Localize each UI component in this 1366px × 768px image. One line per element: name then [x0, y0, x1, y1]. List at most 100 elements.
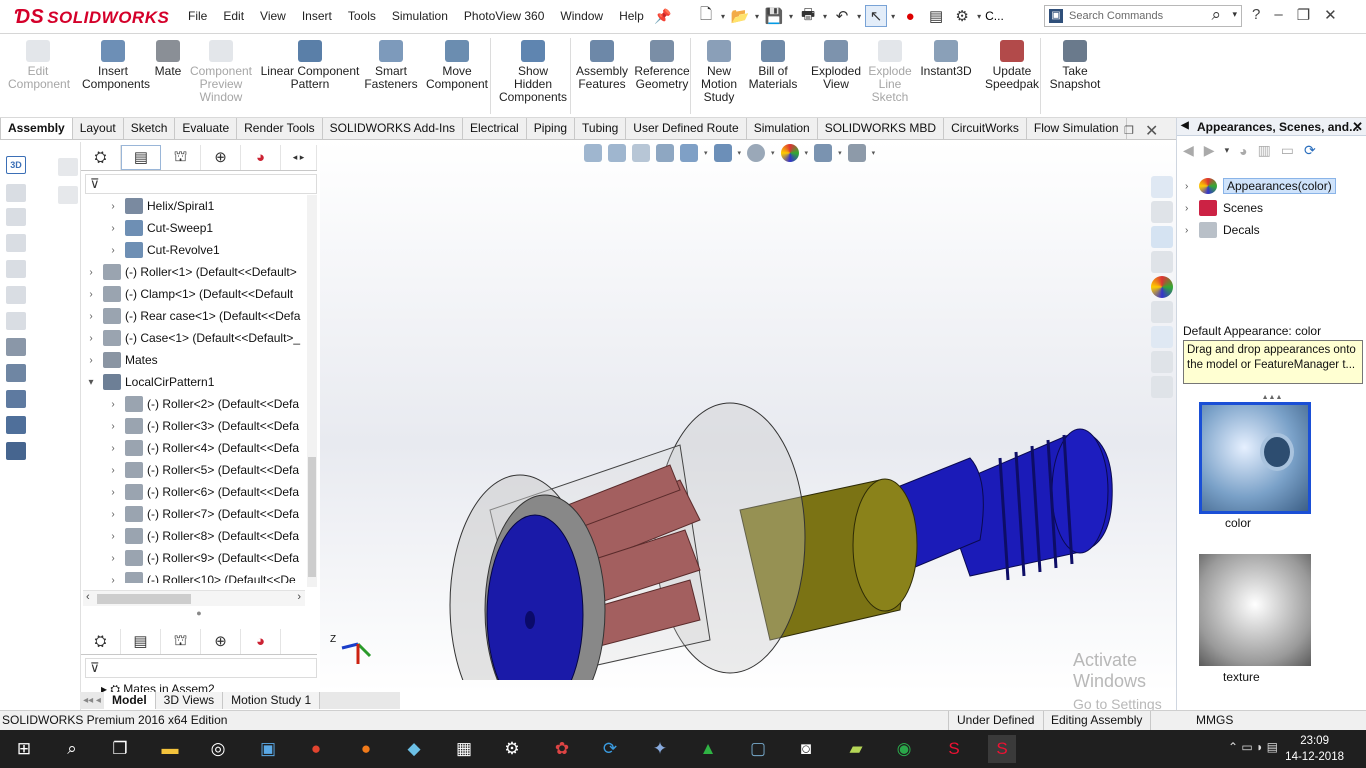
add-to-library-icon[interactable]: ◕	[1239, 143, 1247, 159]
forum-tab-icon[interactable]	[1151, 326, 1173, 348]
display-manager-tab-icon[interactable]: ◕	[241, 144, 281, 170]
rebuild-traffic-light-icon[interactable]: ●	[899, 5, 921, 27]
expand-icon[interactable]: ›	[107, 531, 119, 542]
tool-icon[interactable]	[6, 416, 26, 434]
expand-icon[interactable]: ›	[107, 487, 119, 498]
ribbon-button[interactable]: Assembly Features	[574, 40, 630, 91]
tree-item[interactable]: › (-) Roller<8> (Default<<Defa	[107, 525, 299, 547]
tree-item[interactable]: › (-) Rear case<1> (Default<<Defa	[85, 305, 300, 327]
solidworks-2016-icon[interactable]: S	[940, 735, 968, 763]
tree-item[interactable]: › Mates	[85, 349, 158, 371]
solidworks-2016-active-icon[interactable]: S	[988, 735, 1016, 763]
bottom-tab[interactable]: Motion Study 1	[223, 692, 321, 709]
settings-icon[interactable]: ⚙	[498, 735, 526, 763]
expand-icon[interactable]: ›	[107, 575, 119, 584]
tool-icon[interactable]	[6, 184, 26, 202]
app-icon[interactable]: ◎	[204, 735, 232, 763]
tab-icon[interactable]	[1151, 351, 1173, 373]
app-icon[interactable]: ▰	[842, 735, 870, 763]
firefox-icon[interactable]: ●	[352, 735, 380, 763]
home-dropdown-icon[interactable]: ▾	[1225, 145, 1230, 156]
scrollbar-thumb[interactable]	[97, 594, 191, 604]
ribbon-button[interactable]: Reference Geometry	[630, 40, 694, 91]
add-folder-icon[interactable]: ▥	[1258, 142, 1271, 159]
feature-tree-tab-icon[interactable]: ⛭	[81, 144, 121, 170]
app-icon[interactable]: ⟳	[596, 735, 624, 763]
tree-filter[interactable]: ⊽	[85, 174, 317, 194]
tabs-scroll-icon[interactable]: ◂ ▸	[281, 144, 317, 170]
ribbon-button[interactable]: Component Preview Window	[186, 40, 256, 104]
new-file-icon[interactable]: 🗋	[695, 5, 717, 27]
menu-item[interactable]: Edit	[215, 9, 252, 23]
scrollbar-thumb[interactable]	[308, 457, 316, 577]
property-manager-tab-icon[interactable]: ▤	[121, 628, 161, 654]
refresh-icon[interactable]: ⟳	[1304, 142, 1316, 159]
tree-item[interactable]: › (-) Roller<2> (Default<<Defa	[107, 393, 299, 415]
expand-icon[interactable]: ›	[107, 553, 119, 564]
select-pointer-icon[interactable]: ↖	[865, 5, 888, 27]
search-icon[interactable]: ⌕	[1211, 5, 1221, 25]
custom-properties-tab-icon[interactable]	[1151, 301, 1173, 323]
command-tab[interactable]: User Defined Route	[626, 118, 747, 139]
tree-item[interactable]: › (-) Roller<5> (Default<<Defa	[107, 459, 299, 481]
section-view-icon[interactable]	[656, 144, 674, 162]
search-icon[interactable]: ⌕	[58, 735, 86, 763]
tree-item-scenes[interactable]: › Scenes	[1185, 198, 1263, 218]
ribbon-button[interactable]: Update Speedpak	[984, 40, 1040, 91]
tree-item-appearances[interactable]: › Appearances(color)	[1185, 176, 1336, 196]
expand-icon[interactable]: ›	[85, 355, 97, 366]
expand-icon[interactable]: ›	[107, 245, 119, 256]
app-icon[interactable]: ✿	[548, 735, 576, 763]
app-icon[interactable]: ●	[302, 735, 330, 763]
app-icon[interactable]: ▣	[254, 735, 282, 763]
property-manager-tab-icon[interactable]: ▤	[121, 144, 161, 170]
expand-icon[interactable]: ›	[107, 223, 119, 234]
ribbon-button[interactable]: Edit Component	[8, 40, 70, 91]
apply-scene-icon[interactable]	[814, 144, 833, 162]
chrome-icon[interactable]: ◉	[890, 735, 918, 763]
ribbon-button[interactable]: Instant3D	[918, 40, 974, 78]
expand-icon[interactable]: ›	[85, 289, 97, 300]
view-orientation-icon[interactable]	[680, 144, 698, 162]
tree-item[interactable]: › (-) Roller<7> (Default<<Defa	[107, 503, 299, 525]
scroll-left-icon[interactable]: ‹	[86, 591, 90, 603]
search-scope-icon[interactable]: ▣	[1049, 9, 1063, 23]
command-tab[interactable]: Layout	[73, 118, 124, 139]
file-properties-icon[interactable]: ▤	[925, 5, 947, 27]
tree-item[interactable]: › (-) Roller<4> (Default<<Defa	[107, 437, 299, 459]
ribbon-button[interactable]: Insert Components	[82, 40, 150, 91]
display-style-icon[interactable]	[713, 144, 732, 162]
ribbon-button[interactable]: Explode Line Sketch	[862, 40, 918, 104]
appearance-thumbnail-texture[interactable]	[1199, 554, 1311, 666]
tree-item[interactable]: › (-) Case<1> (Default<<Default>_	[85, 327, 300, 349]
expand-icon[interactable]: ›	[107, 509, 119, 520]
appearances-tab-icon[interactable]	[1151, 276, 1173, 298]
clock[interactable]: 23:09 14-12-2018	[1285, 733, 1344, 765]
assembly-model[interactable]	[380, 280, 1140, 680]
ribbon-button[interactable]: Exploded View	[808, 40, 864, 91]
pin-icon[interactable]: 📌	[654, 8, 671, 25]
zoom-to-fit-icon[interactable]	[584, 144, 602, 162]
minimize-icon[interactable]: –	[1274, 6, 1282, 24]
expand-icon[interactable]: ▾	[85, 377, 97, 388]
menu-item[interactable]: Insert	[294, 9, 340, 23]
dimxpert-tab-icon[interactable]: ⊕	[201, 628, 241, 654]
tree-item[interactable]: › (-) Roller<3> (Default<<Defa	[107, 415, 299, 437]
help-icon[interactable]: ?	[1252, 6, 1260, 24]
pane-splitter[interactable]: ▲▲▲	[1177, 394, 1366, 401]
solidworks-logo[interactable]: ƊS SOLIDWORKS	[14, 6, 169, 29]
ribbon-button[interactable]: Show Hidden Components	[494, 40, 572, 104]
tool-icon[interactable]	[6, 260, 26, 278]
expand-icon[interactable]: ›	[107, 443, 119, 454]
file-explorer-tab-icon[interactable]	[1151, 226, 1173, 248]
undo-icon[interactable]: ↶	[831, 5, 853, 27]
menu-item[interactable]: Help	[611, 9, 652, 23]
back-icon[interactable]: ◀	[1183, 142, 1194, 159]
configuration-tab-icon[interactable]: ⛫	[161, 628, 201, 654]
command-tab[interactable]: Evaluate	[175, 118, 238, 139]
tool-icon[interactable]	[58, 186, 78, 204]
tree-item[interactable]: › Cut-Sweep1	[107, 217, 213, 239]
hide-show-items-icon[interactable]	[747, 144, 766, 162]
tile-window-icon[interactable]: ❐	[1124, 124, 1134, 137]
task-view-icon[interactable]: ❐	[106, 735, 134, 763]
